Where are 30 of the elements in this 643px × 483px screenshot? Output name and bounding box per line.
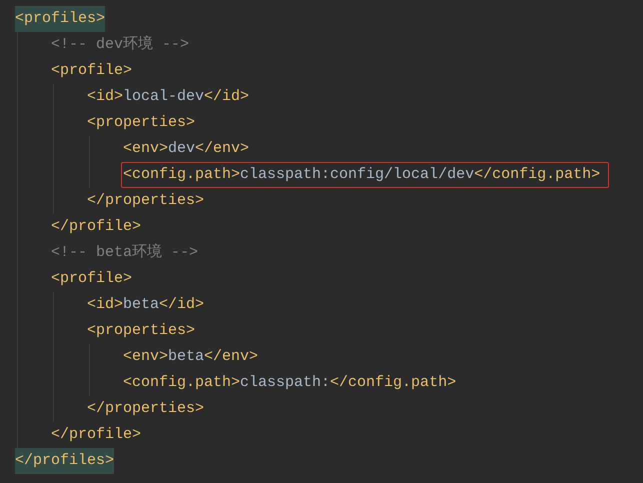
xml-tag: </profile> [51, 214, 142, 240]
xml-tag: </properties> [87, 396, 204, 422]
tag-value: local-dev [123, 87, 204, 107]
xml-tag: </profiles> [15, 448, 114, 474]
xml-tag: <id> [87, 84, 124, 110]
xml-tag: <env> [123, 344, 168, 370]
xml-tag: </id> [159, 292, 204, 318]
xml-tag: </profile> [51, 422, 142, 448]
tag-value: beta [123, 295, 160, 315]
tag-value: classpath:config/local/dev [240, 165, 474, 185]
xml-tag: <properties> [87, 110, 196, 136]
xml-tag: <profile> [51, 58, 132, 84]
tag-value: beta [168, 347, 204, 367]
xml-tag: </env> [195, 136, 250, 162]
xml-tag: <env> [123, 136, 168, 162]
xml-tag: </id> [204, 84, 250, 110]
xml-comment: <!-- dev环境 --> [51, 34, 190, 55]
xml-tag: <profiles> [15, 6, 106, 32]
xml-tag: </config.path> [474, 162, 600, 188]
tag-value: dev [168, 139, 196, 159]
xml-tag: </config.path> [330, 370, 456, 396]
xml-tag: <profile> [51, 266, 132, 292]
xml-tag: </properties> [87, 188, 204, 214]
xml-tag: <properties> [87, 318, 196, 344]
xml-tag: <config.path> [123, 162, 240, 188]
tag-value: classpath: [240, 373, 330, 393]
xml-tag: <config.path> [123, 370, 240, 396]
xml-tag: </env> [204, 344, 258, 370]
xml-comment: <!-- beta环境 --> [51, 242, 198, 263]
xml-tag: <id> [87, 292, 124, 318]
